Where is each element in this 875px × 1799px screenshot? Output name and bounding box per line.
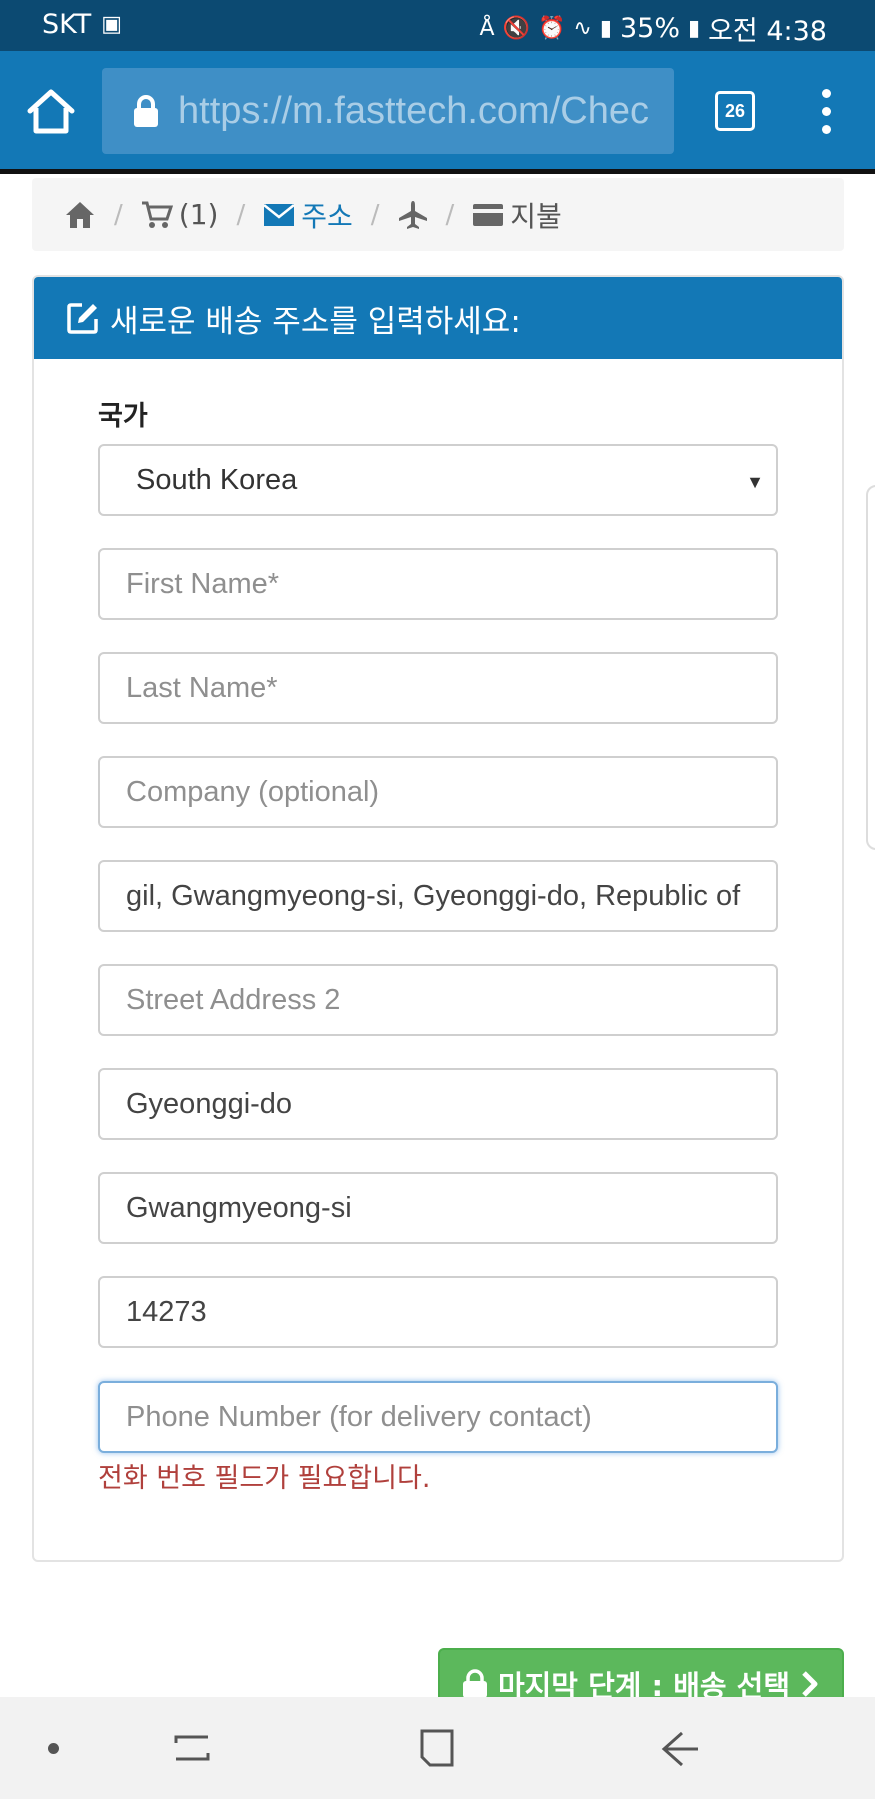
first-name-input[interactable] [98,548,778,620]
country-label: 국가 [98,401,148,432]
toolbar-divider [0,169,875,174]
payment-step-label: 지불 [510,199,562,233]
dropdown-arrow-icon: ▼ [746,472,764,492]
carrier-label: SKT [42,9,92,40]
state-input[interactable] [98,1068,778,1140]
image-notification-icon: ▣ [101,11,123,37]
breadcrumb-separator: / [370,199,380,230]
breadcrumb-address[interactable]: 주소 [263,195,353,235]
breadcrumb-separator: / [445,199,455,230]
cart-count: (1) [178,198,219,231]
envelope-icon [263,203,295,226]
recent-apps-icon[interactable] [172,1729,212,1769]
city-input[interactable] [98,1172,778,1244]
lock-icon [462,1669,487,1698]
panel-title: 새로운 배송 주소를 입력하세요: [110,303,521,340]
edit-icon [67,303,98,334]
credit-card-icon [473,203,504,226]
alarm-icon: ⏰ [538,15,566,41]
tabs-button[interactable]: 26 [715,91,755,131]
clock: 오전 4:38 [708,16,827,47]
mute-icon: 🔇 [502,15,531,41]
battery-percent: 35% [619,13,680,44]
chevron-right-icon [802,1671,818,1697]
airplane-icon [398,200,427,229]
browser-toolbar: https://m.fasttech.com/Chec 26 [0,51,875,172]
wifi-icon: ∿ [573,15,592,41]
home-icon[interactable] [26,87,76,137]
home-icon [66,201,94,228]
panel-header: 새로운 배송 주소를 입력하세요: [34,277,842,359]
street-address-1-input[interactable] [98,860,778,932]
address-step-label: 주소 [301,199,353,233]
edge-panel-handle[interactable] [866,485,875,850]
country-selected-value: South Korea [136,463,298,496]
breadcrumb-separator: / [236,199,246,230]
breadcrumb-shipping[interactable] [398,200,428,230]
breadcrumb-payment[interactable]: 지불 [472,195,562,235]
battery-icon: ▮ [687,15,701,41]
cart-icon [141,201,173,228]
home-nav-icon[interactable] [416,1727,458,1769]
url-bar[interactable]: https://m.fasttech.com/Chec [102,68,674,154]
breadcrumb-separator: / [114,199,123,230]
bluetooth-icon: Å [479,15,495,41]
system-nav-bar [0,1697,875,1799]
phone-number-input[interactable] [98,1381,778,1453]
url-text: https://m.fasttech.com/Chec [178,90,649,132]
checkout-breadcrumb: / (1) / 주소 / / 지불 [32,178,844,251]
breadcrumb-home[interactable] [64,200,96,230]
overflow-menu-icon[interactable] [818,89,834,135]
street-address-2-input[interactable] [98,964,778,1036]
signal-icon: ▮ [599,15,612,41]
nav-dot-indicator [48,1743,59,1754]
status-bar: SKT ▣ Å 🔇 ⏰ ∿ ▮ 35% ▮ 오전 4:38 [0,0,875,51]
phone-error-message: 전화 번호 필드가 필요합니다. [98,1463,431,1494]
company-input[interactable] [98,756,778,828]
breadcrumb-cart[interactable]: (1) [141,198,219,231]
back-icon[interactable] [660,1729,702,1769]
lock-icon [134,95,158,127]
last-name-input[interactable] [98,652,778,724]
country-select[interactable]: South Korea ▼ [98,444,778,516]
postal-code-input[interactable] [98,1276,778,1348]
